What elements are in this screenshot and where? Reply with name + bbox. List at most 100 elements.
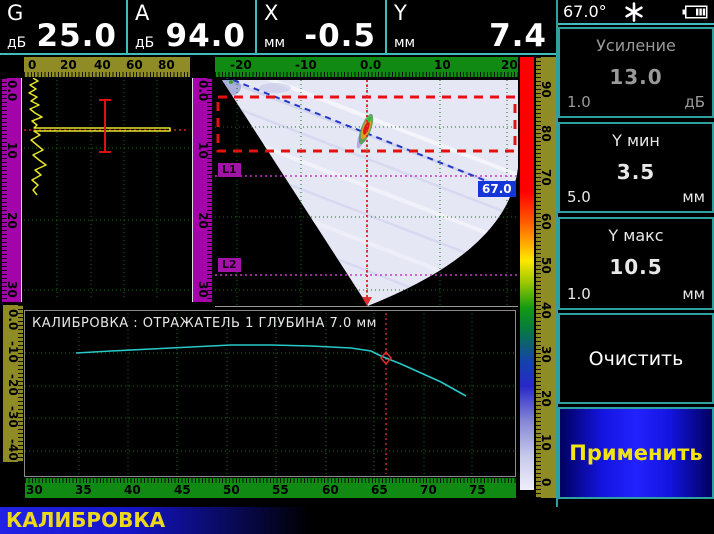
ascan-gate-cursor[interactable]	[99, 100, 111, 152]
ruler-tick-label: 10	[540, 434, 552, 451]
calibration-curve	[76, 345, 466, 396]
ruler-tick-label: -40	[7, 439, 19, 461]
ruler-tick-label: 60	[126, 59, 143, 71]
ruler-tick-label: 60	[540, 213, 552, 230]
gain-title: Усиление	[560, 36, 712, 55]
ruler-tick-label: 20	[197, 212, 209, 229]
y-max-control[interactable]: Y макс 10.5 1.0 мм	[558, 217, 714, 310]
ruler-tick-label: 40	[94, 59, 111, 71]
gain-control[interactable]: Усиление 13.0 1.0 дБ	[558, 27, 714, 118]
ruler-tick-label: -30	[7, 406, 19, 428]
y-max-value: 10.5	[560, 255, 712, 279]
probe-angle-readout: 67.0°	[563, 2, 607, 21]
ascan-plot	[24, 78, 190, 302]
calibration-grid	[25, 313, 515, 474]
measurement-label: A	[135, 1, 149, 25]
ruler-tick-label: -20	[230, 59, 252, 71]
measurement-value: -0.5	[304, 18, 376, 54]
sector-plot	[215, 78, 518, 307]
gain-unit: дБ	[684, 93, 705, 111]
ascan-trace	[29, 78, 170, 195]
y-max-unit: мм	[682, 285, 705, 303]
ruler-tick-label: 10	[6, 142, 18, 159]
ruler-tick-label: 65	[371, 484, 388, 496]
measurement-label: G	[7, 1, 23, 25]
measurement-label: Y	[394, 1, 407, 25]
ruler-tick-label: 60	[322, 484, 339, 496]
ascan-depth-ruler-left: 0.0 10 20 30	[2, 78, 22, 302]
ruler-tick-label: -10	[295, 59, 317, 71]
ruler-tick-label: 20	[501, 59, 518, 71]
ruler-tick-label: 90	[540, 81, 552, 98]
ruler-tick-label: 0.0	[7, 309, 19, 330]
ruler-tick-label: 55	[272, 484, 289, 496]
ruler-tick-label: 40	[124, 484, 141, 496]
amplitude-colorbar	[520, 57, 534, 490]
ruler-tick-label: 70	[420, 484, 437, 496]
clear-button[interactable]: Очистить	[558, 313, 714, 404]
calibration-distance-ruler: 30 35 40 45 50 55 60 65 70 75	[25, 478, 516, 498]
layer2-badge: L2	[218, 258, 241, 272]
ruler-tick-label: 30	[540, 346, 552, 363]
ruler-tick-label: 20	[6, 212, 18, 229]
measurement-y: Y мм 7.4	[387, 0, 556, 53]
ascan-depth-ruler-right: 0.0 10 20 30	[192, 78, 212, 302]
measurement-value: 7.4	[489, 18, 547, 54]
ruler-tick-label: 50	[223, 484, 240, 496]
measurement-gate-gain: G дБ 25.0	[0, 0, 128, 53]
status-bar: КАЛИБРОВКА	[0, 507, 714, 534]
y-max-title: Y макс	[560, 226, 712, 245]
mode-label: КАЛИБРОВКА	[6, 508, 165, 532]
ruler-tick-label: 45	[174, 484, 191, 496]
colorbar-ruler: 9080706050403020100	[536, 57, 556, 498]
y-min-step: 5.0	[567, 188, 591, 206]
control-column: 67.0° Усиление 13.0	[558, 0, 714, 534]
y-min-title: Y мин	[560, 131, 712, 150]
ruler-tick-label: 30	[6, 281, 18, 298]
measurement-unit: мм	[394, 35, 415, 51]
gain-step: 1.0	[567, 93, 591, 111]
measurement-unit: мм	[264, 35, 285, 51]
measurement-value: 25.0	[37, 18, 118, 54]
ruler-tick-label: 0.0	[6, 80, 18, 101]
status-row: 67.0°	[558, 0, 714, 25]
measurement-amplitude: A дБ 94.0	[128, 0, 257, 53]
ruler-tick-label: 30	[197, 281, 209, 298]
ruler-tick-label: -20	[7, 374, 19, 396]
ruler-tick-label: 40	[540, 302, 552, 319]
ruler-tick-label: 0.0	[197, 80, 209, 101]
ruler-tick-label: 80	[158, 59, 175, 71]
measurement-label: X	[264, 1, 278, 25]
calibration-title: КАЛИБРОВКА : ОТРАЖАТЕЛЬ 1 ГЛУБИНА 7.0 мм	[32, 316, 377, 331]
ruler-tick-label: 35	[75, 484, 92, 496]
ruler-tick-label: 80	[540, 125, 552, 142]
measurement-value: 94.0	[166, 18, 247, 54]
measurement-unit: дБ	[135, 35, 154, 51]
apply-button[interactable]: Применить	[558, 407, 714, 499]
instrument-screen: G дБ 25.0 A дБ 94.0 X мм -0.5 Y мм 7.4 0…	[0, 0, 714, 534]
calibration-db-ruler: 0.0 -10 -20 -30 -40	[3, 305, 23, 462]
ruler-tick-label: 0	[540, 478, 552, 486]
ascan-grid	[24, 80, 190, 300]
measurement-unit: дБ	[7, 35, 26, 51]
ruler-tick-label: 10	[434, 59, 451, 71]
measurement-bar: G дБ 25.0 A дБ 94.0 X мм -0.5 Y мм 7.4	[0, 0, 556, 55]
ruler-tick-label: 10	[197, 142, 209, 159]
y-min-unit: мм	[682, 188, 705, 206]
freeze-star-icon	[624, 2, 644, 26]
ruler-tick-label: 70	[540, 169, 552, 186]
ruler-tick-label: -10	[7, 341, 19, 363]
ruler-tick-label: 20	[540, 390, 552, 407]
y-min-value: 3.5	[560, 160, 712, 184]
ascan-amplitude-ruler: 020406080	[24, 57, 190, 77]
layer1-badge: L1	[218, 163, 241, 177]
y-max-step: 1.0	[567, 285, 591, 303]
battery-icon	[682, 4, 708, 23]
ruler-tick-label: 30	[26, 484, 43, 496]
ruler-tick-label: 75	[469, 484, 486, 496]
beam-angle-label: 67.0	[478, 181, 516, 197]
y-min-control[interactable]: Y мин 3.5 5.0 мм	[558, 122, 714, 213]
gain-value: 13.0	[560, 65, 712, 89]
ruler-tick-label: 20	[60, 59, 77, 71]
ruler-tick-label: 0.0	[360, 59, 381, 71]
